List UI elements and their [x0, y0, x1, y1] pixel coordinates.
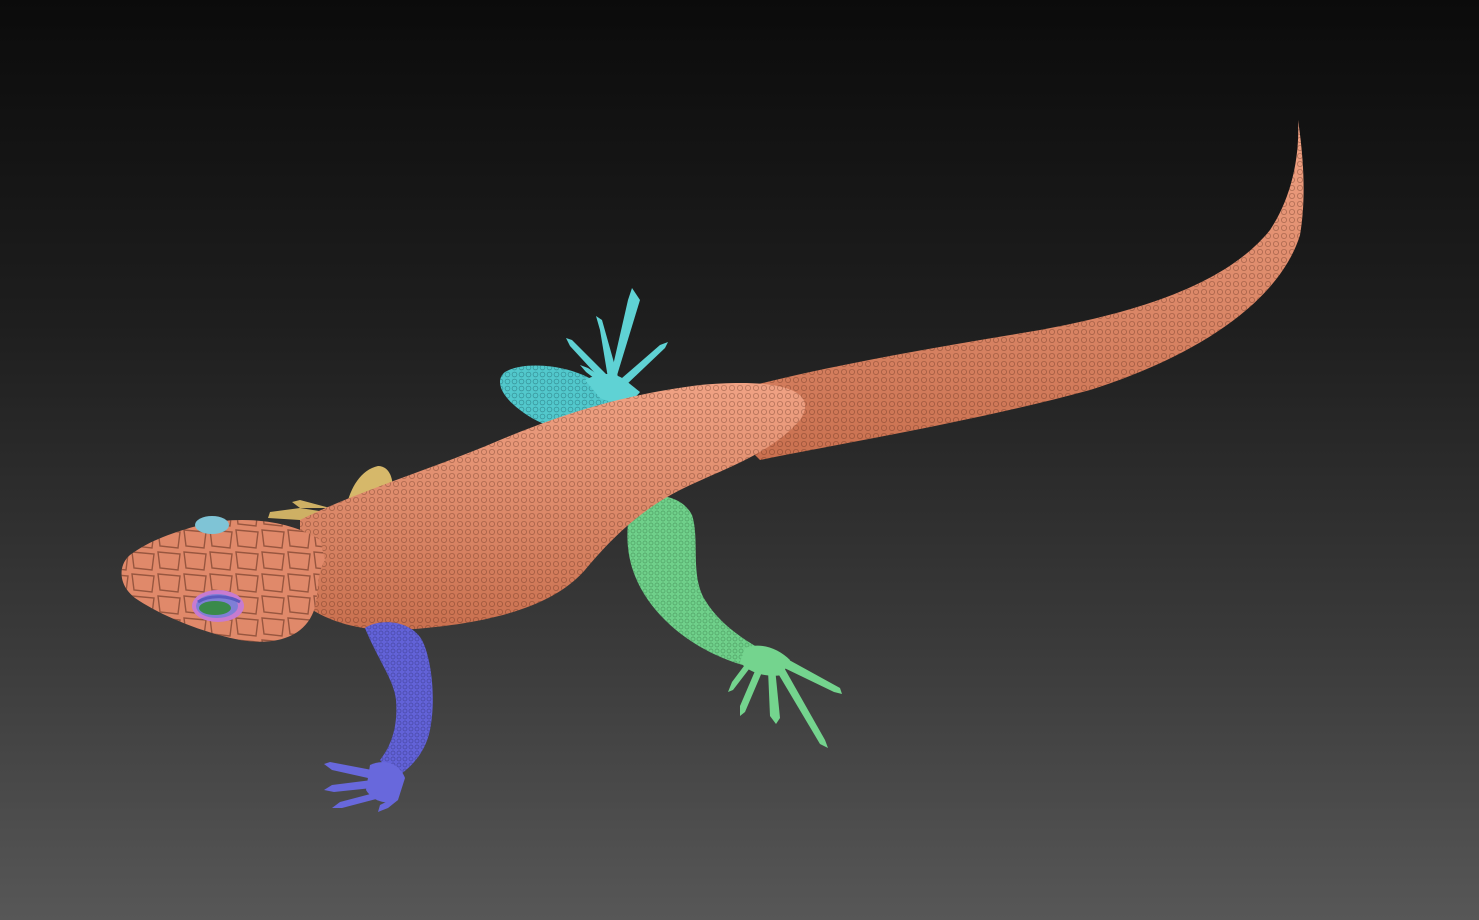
far-eye: [195, 516, 229, 534]
lizard-model[interactable]: [0, 0, 1479, 920]
3d-viewport[interactable]: [0, 0, 1479, 920]
lizard-body[interactable]: [300, 383, 806, 631]
lizard-head[interactable]: [121, 516, 325, 642]
rear-left-leg[interactable]: [627, 496, 842, 748]
near-eye: [192, 590, 244, 622]
front-left-leg[interactable]: [324, 622, 433, 812]
